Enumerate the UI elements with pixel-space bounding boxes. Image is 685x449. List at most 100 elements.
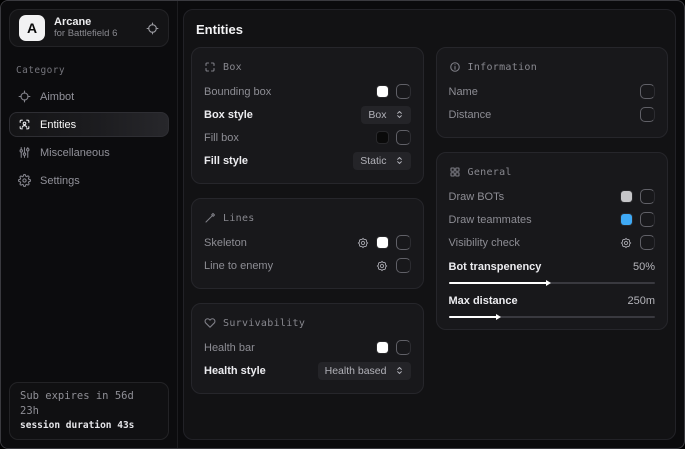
sub-expiry-text: Sub expires in 56d 23h bbox=[20, 389, 158, 419]
brand-name: Arcane bbox=[54, 16, 117, 29]
color-swatch[interactable] bbox=[377, 237, 388, 248]
color-swatch[interactable] bbox=[621, 214, 632, 225]
bot-transparency-slider[interactable] bbox=[449, 282, 656, 284]
health-bar-checkbox[interactable] bbox=[396, 340, 411, 355]
slider-label: Max distance bbox=[449, 295, 518, 307]
select-value: Box bbox=[368, 109, 386, 121]
row-label: Health style bbox=[204, 365, 266, 377]
row-label: Bounding box bbox=[204, 86, 271, 98]
visibility-check-checkbox[interactable] bbox=[640, 235, 655, 250]
panel-information: Information Name Distance bbox=[436, 47, 669, 138]
sidebar-nav: Aimbot Entities Miscellaneous Settings bbox=[1, 80, 177, 197]
fill-box-checkbox[interactable] bbox=[396, 130, 411, 145]
subscription-info-box: Sub expires in 56d 23h session duration … bbox=[9, 382, 169, 440]
row-label: Line to enemy bbox=[204, 260, 273, 272]
row-draw-teammates: Draw teammates bbox=[449, 208, 656, 231]
row-label: Name bbox=[449, 86, 478, 98]
color-swatch[interactable] bbox=[621, 191, 632, 202]
panel-title: Box bbox=[223, 62, 242, 73]
row-label: Draw teammates bbox=[449, 214, 532, 226]
panel-box: Box Bounding box Box style Box bbox=[191, 47, 424, 184]
row-skeleton: Skeleton bbox=[204, 231, 411, 254]
panel-lines: Lines Skeleton Line to enemy bbox=[191, 198, 424, 289]
app-window: A Arcane for Battlefield 6 Category Aimb… bbox=[0, 0, 685, 449]
gear-icon bbox=[18, 174, 31, 187]
row-draw-bots: Draw BOTs bbox=[449, 185, 656, 208]
category-label: Category bbox=[16, 65, 162, 76]
box-style-select[interactable]: Box bbox=[361, 106, 410, 124]
row-label: Skeleton bbox=[204, 237, 247, 249]
sidebar-item-settings[interactable]: Settings bbox=[9, 168, 169, 193]
unfold-icon bbox=[395, 366, 404, 375]
color-swatch[interactable] bbox=[377, 86, 388, 97]
sidebar-item-entities[interactable]: Entities bbox=[9, 112, 169, 137]
target-icon[interactable] bbox=[146, 22, 159, 35]
fill-style-select[interactable]: Static bbox=[353, 152, 410, 170]
sidebar: A Arcane for Battlefield 6 Category Aimb… bbox=[1, 1, 178, 448]
color-swatch[interactable] bbox=[377, 342, 388, 353]
main-content: Entities Box Bounding box bbox=[183, 9, 676, 440]
pencil-icon bbox=[204, 212, 216, 224]
info-icon bbox=[449, 61, 461, 73]
slider-fill[interactable] bbox=[449, 316, 499, 318]
brand-subtitle: for Battlefield 6 bbox=[54, 29, 117, 40]
sidebar-item-label: Aimbot bbox=[40, 91, 74, 103]
sidebar-item-label: Miscellaneous bbox=[40, 147, 110, 159]
slider-value: 250m bbox=[627, 295, 655, 307]
panel-title: General bbox=[468, 167, 512, 178]
row-label: Box style bbox=[204, 109, 253, 121]
line-to-enemy-checkbox[interactable] bbox=[396, 258, 411, 273]
row-bounding-box: Bounding box bbox=[204, 80, 411, 103]
sliders-icon bbox=[18, 146, 31, 159]
slider-fill[interactable] bbox=[449, 282, 548, 284]
name-checkbox[interactable] bbox=[640, 84, 655, 99]
skeleton-checkbox[interactable] bbox=[396, 235, 411, 250]
visibility-settings-icon[interactable] bbox=[620, 237, 632, 249]
max-distance-slider-group: Max distance 250m bbox=[449, 291, 656, 318]
sidebar-item-label: Settings bbox=[40, 175, 80, 187]
panel-title: Information bbox=[468, 62, 538, 73]
slider-value: 50% bbox=[633, 261, 655, 273]
panel-general: General Draw BOTs Draw teammates bbox=[436, 152, 669, 330]
sidebar-item-aimbot[interactable]: Aimbot bbox=[9, 84, 169, 109]
bounding-box-checkbox[interactable] bbox=[396, 84, 411, 99]
draw-teammates-checkbox[interactable] bbox=[640, 212, 655, 227]
row-label: Distance bbox=[449, 109, 492, 121]
bot-transparency-slider-group: Bot transpenency 50% bbox=[449, 257, 656, 284]
health-style-select[interactable]: Health based bbox=[318, 362, 411, 380]
row-health-bar: Health bar bbox=[204, 336, 411, 359]
row-fill-box: Fill box bbox=[204, 126, 411, 149]
color-swatch[interactable] bbox=[377, 132, 388, 143]
panel-title: Survivability bbox=[223, 318, 305, 329]
panel-title: Lines bbox=[223, 213, 255, 224]
max-distance-slider[interactable] bbox=[449, 316, 656, 318]
row-visibility-check: Visibility check bbox=[449, 231, 656, 254]
brand-logo: A bbox=[19, 15, 45, 41]
entities-icon bbox=[18, 118, 31, 131]
brand-card: A Arcane for Battlefield 6 bbox=[9, 9, 169, 47]
panel-survivability: Survivability Health bar Health style bbox=[191, 303, 424, 394]
distance-checkbox[interactable] bbox=[640, 107, 655, 122]
draw-bots-checkbox[interactable] bbox=[640, 189, 655, 204]
line-settings-icon[interactable] bbox=[376, 260, 388, 272]
row-name: Name bbox=[449, 80, 656, 103]
unfold-icon bbox=[395, 156, 404, 165]
sidebar-item-label: Entities bbox=[40, 119, 76, 131]
scan-frame-icon bbox=[204, 61, 216, 73]
grid-icon bbox=[449, 166, 461, 178]
slider-label: Bot transpenency bbox=[449, 261, 542, 273]
row-fill-style: Fill style Static bbox=[204, 149, 411, 172]
sidebar-item-miscellaneous[interactable]: Miscellaneous bbox=[9, 140, 169, 165]
row-line-to-enemy: Line to enemy bbox=[204, 254, 411, 277]
row-label: Draw BOTs bbox=[449, 191, 505, 203]
row-health-style: Health style Health based bbox=[204, 359, 411, 382]
unfold-icon bbox=[395, 110, 404, 119]
row-box-style: Box style Box bbox=[204, 103, 411, 126]
row-distance: Distance bbox=[449, 103, 656, 126]
heart-icon bbox=[204, 317, 216, 329]
row-label: Fill box bbox=[204, 132, 239, 144]
row-label: Visibility check bbox=[449, 237, 520, 249]
select-value: Health based bbox=[325, 365, 387, 377]
select-value: Static bbox=[360, 155, 386, 167]
skeleton-settings-icon[interactable] bbox=[357, 237, 369, 249]
